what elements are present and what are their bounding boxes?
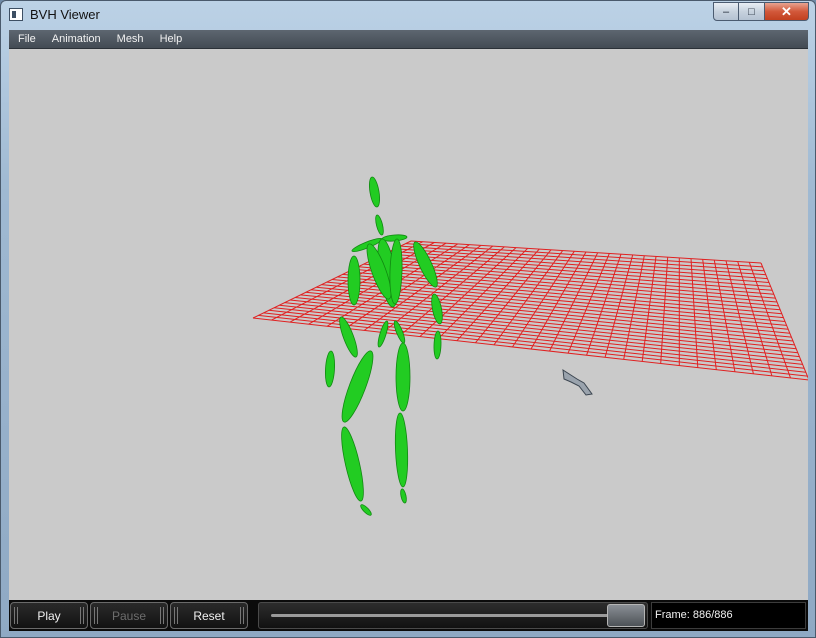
close-button[interactable]: ✕ xyxy=(765,2,809,21)
pointer-arrow-icon xyxy=(562,369,593,396)
maximize-icon: □ xyxy=(748,5,755,18)
reset-button[interactable]: Reset xyxy=(170,602,248,629)
minimize-icon: – xyxy=(722,5,730,18)
skeleton-bone xyxy=(394,412,409,488)
playback-controls: Play Pause Reset Frame: 886/886 xyxy=(9,600,808,631)
skeleton-bone xyxy=(347,255,361,306)
maximize-button[interactable]: □ xyxy=(739,2,765,21)
title-bar[interactable]: BVH Viewer – □ ✕ xyxy=(1,1,815,29)
skeleton-bone xyxy=(395,342,411,412)
skeleton-bone xyxy=(389,238,403,305)
pause-button-label: Pause xyxy=(111,608,147,623)
skeleton-bone xyxy=(369,176,380,208)
menu-help[interactable]: Help xyxy=(151,30,190,49)
app-window: BVH Viewer – □ ✕ File Animation Mesh Hel… xyxy=(0,0,816,638)
play-button-label: Play xyxy=(37,608,61,623)
floor-grid xyxy=(252,240,808,381)
window-icon xyxy=(9,8,23,21)
skeleton-bone xyxy=(341,426,364,502)
skeleton-bone xyxy=(375,214,384,236)
skeleton-bone xyxy=(341,350,374,423)
skeleton-figure xyxy=(324,176,443,516)
skeleton-bone xyxy=(377,320,389,348)
slider-groove xyxy=(271,614,621,617)
slider-thumb[interactable] xyxy=(607,604,645,627)
scene-canvas xyxy=(252,176,808,516)
frame-counter-label: Frame: 886/886 xyxy=(655,609,733,621)
close-icon: ✕ xyxy=(781,3,792,19)
window-controls: – □ ✕ xyxy=(713,2,809,21)
menu-file[interactable]: File xyxy=(9,30,43,49)
skeleton-bone xyxy=(400,488,407,504)
frame-slider[interactable] xyxy=(258,602,648,629)
pause-button[interactable]: Pause xyxy=(90,602,168,629)
menu-animation[interactable]: Animation xyxy=(43,30,108,49)
grid-line xyxy=(400,245,765,272)
skeleton-bone xyxy=(324,350,336,388)
menu-bar: File Animation Mesh Help xyxy=(9,30,808,49)
grid-line xyxy=(405,243,763,268)
menu-mesh[interactable]: Mesh xyxy=(108,30,151,49)
skeleton-bone xyxy=(360,504,372,516)
frame-counter: Frame: 886/886 xyxy=(651,602,806,629)
reset-button-label: Reset xyxy=(193,608,225,623)
minimize-button[interactable]: – xyxy=(713,2,739,21)
window-title: BVH Viewer xyxy=(30,7,100,22)
3d-viewport[interactable] xyxy=(9,49,808,600)
play-button[interactable]: Play xyxy=(10,602,88,629)
